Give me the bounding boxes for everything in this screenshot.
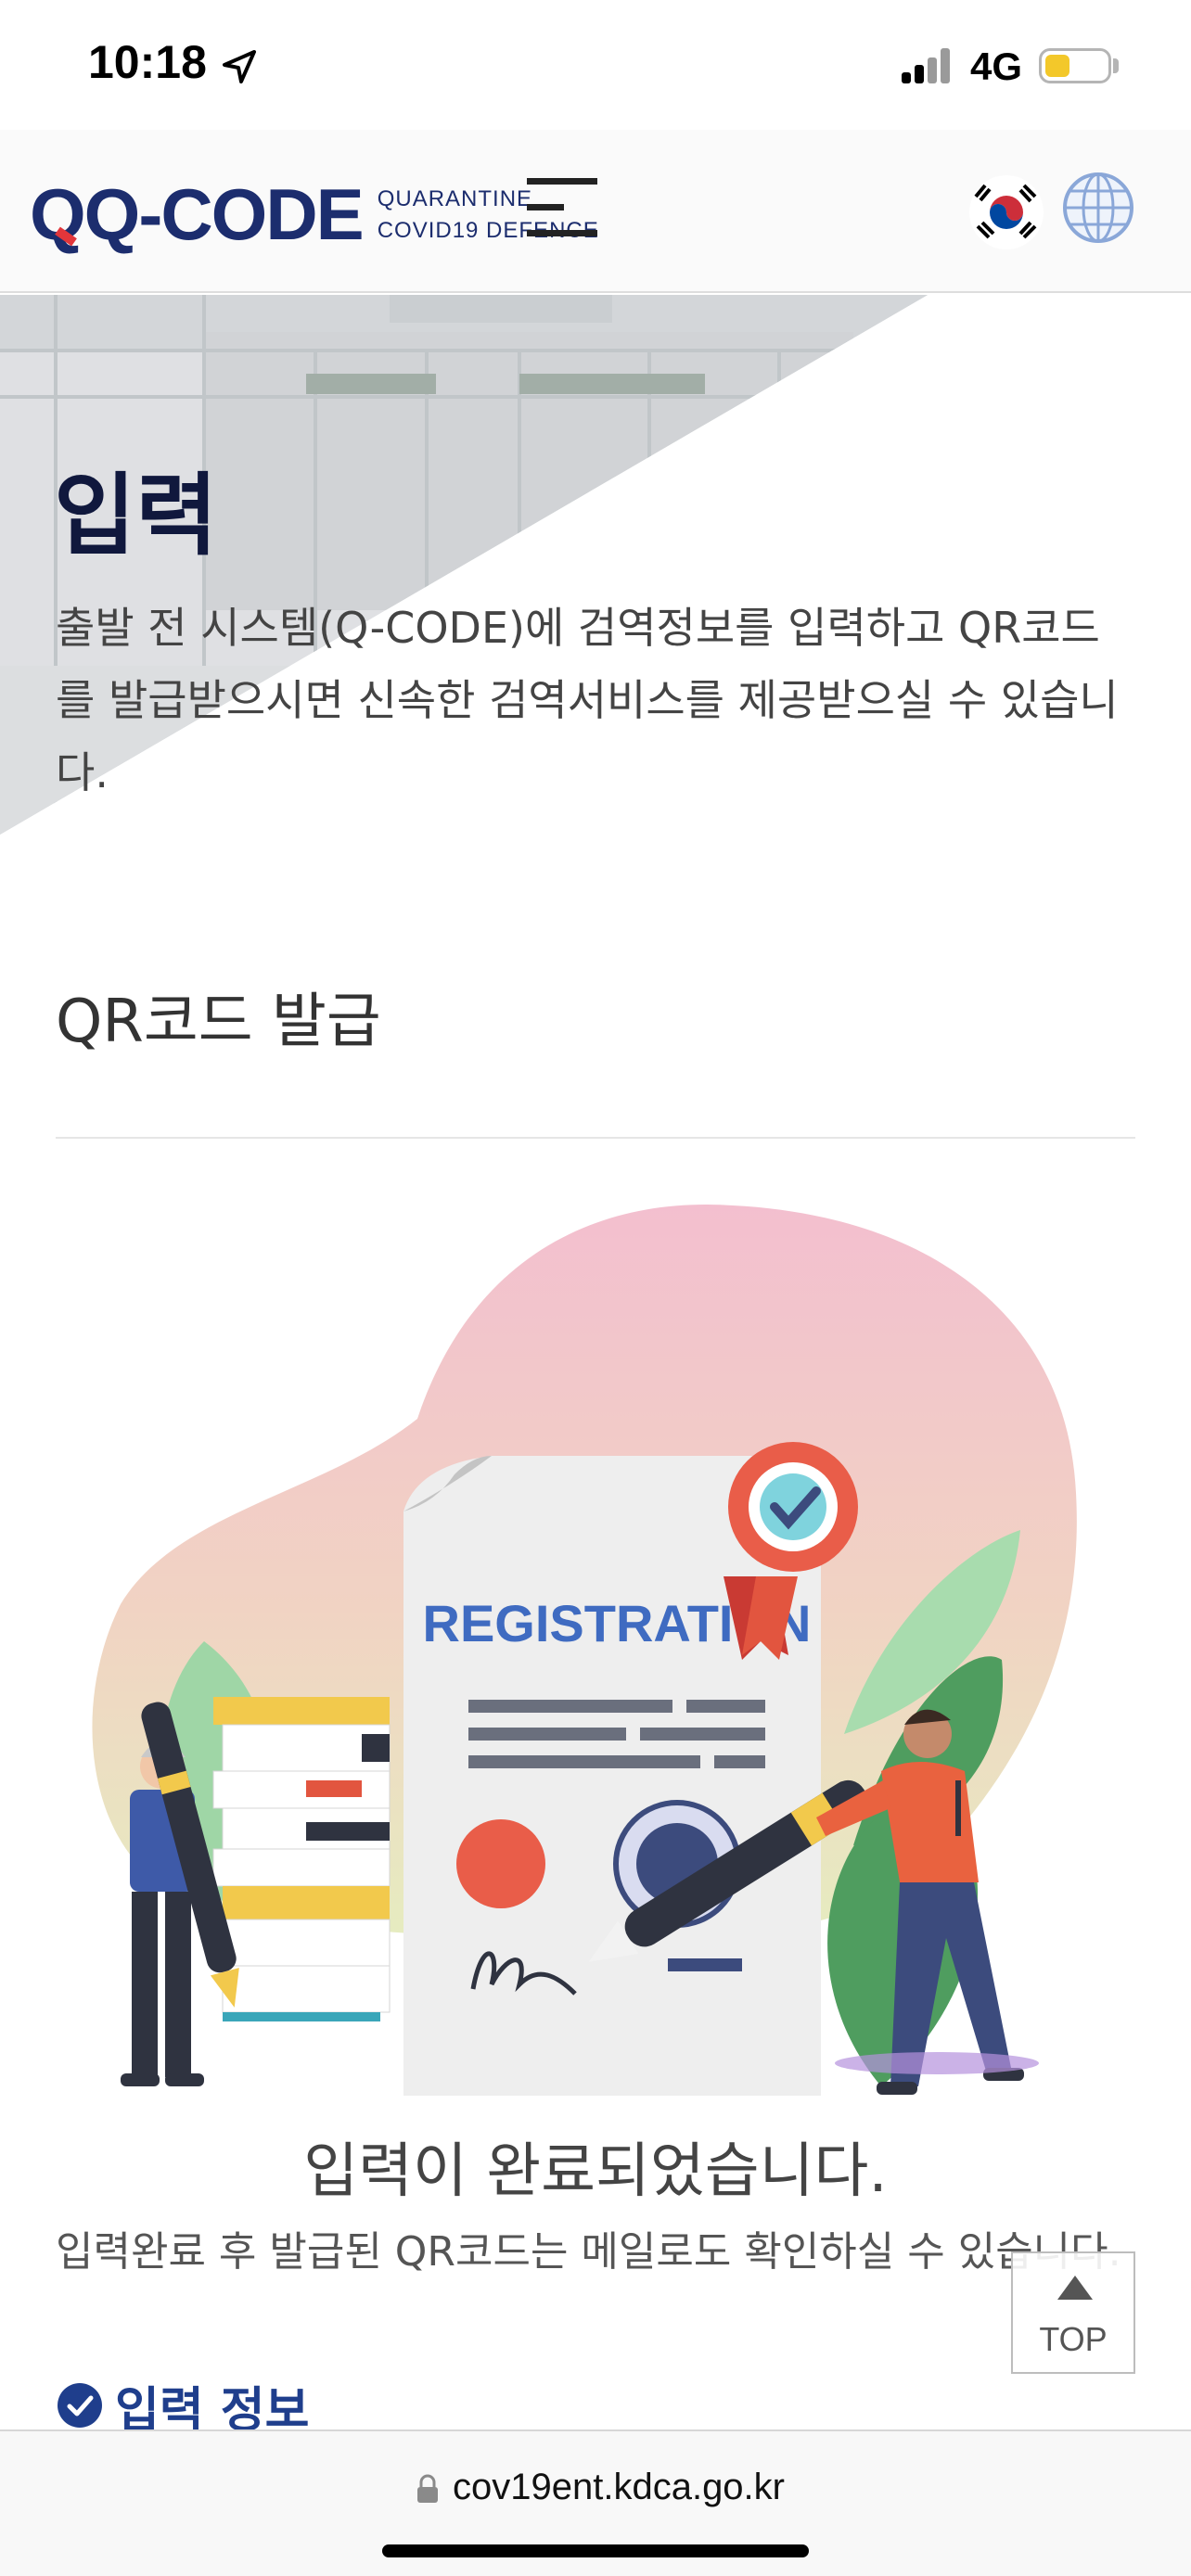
logo-brand-code: CODE xyxy=(160,173,364,255)
input-info-label: 입력 정보 xyxy=(115,2382,310,2433)
status-time: 10:18 xyxy=(88,36,207,88)
page-title: 입력 xyxy=(54,464,218,567)
browser-address-bar[interactable]: cov19ent.kdca.go.kr xyxy=(0,2429,1191,2576)
logo-brand: Q- xyxy=(83,173,163,255)
check-circle-icon xyxy=(58,2383,102,2428)
divider xyxy=(56,1137,1135,1139)
home-indicator[interactable] xyxy=(382,2544,809,2557)
q-code-logo[interactable]: Q Q- CODE QUARANTINE COVID19 DEFENCE xyxy=(30,172,599,257)
scroll-top-label: TOP xyxy=(1039,2320,1108,2358)
arrow-up-icon xyxy=(1057,2276,1093,2300)
url-text[interactable]: cov19ent.kdca.go.kr xyxy=(453,2467,785,2508)
scroll-top-button[interactable]: TOP xyxy=(1011,2251,1135,2374)
section-title: QR코드 발급 xyxy=(56,988,381,1056)
lock-icon xyxy=(417,2474,438,2503)
korea-flag-icon[interactable] xyxy=(968,174,1044,250)
status-bar: 10:18 4G xyxy=(0,0,1191,130)
signal-icon xyxy=(902,46,957,83)
hero-banner: 입력 출발 전 시스템(Q-CODE)에 검역정보를 입력하고 QR코드를 발급… xyxy=(0,295,1191,888)
registration-illustration: REGISTRATION xyxy=(92,1204,1077,2096)
network-label: 4G xyxy=(970,45,1023,88)
input-info-link[interactable]: 입력 정보 xyxy=(56,2378,309,2432)
battery-icon xyxy=(1039,48,1111,83)
site-header: Q Q- CODE QUARANTINE COVID19 DEFENCE xyxy=(0,130,1191,293)
menu-icon[interactable] xyxy=(527,174,601,239)
page-description: 출발 전 시스템(Q-CODE)에 검역정보를 입력하고 QR코드를 발급받으시… xyxy=(56,603,1119,797)
logo-q: Q xyxy=(30,173,86,255)
completion-description: 입력완료 후 발급된 QR코드는 메일로도 확인하실 수 있습니다. xyxy=(56,2228,1121,2276)
location-arrow-icon xyxy=(223,50,256,83)
globe-icon[interactable] xyxy=(1061,171,1135,245)
completion-title: 입력이 완료되었습니다. xyxy=(303,2137,888,2206)
